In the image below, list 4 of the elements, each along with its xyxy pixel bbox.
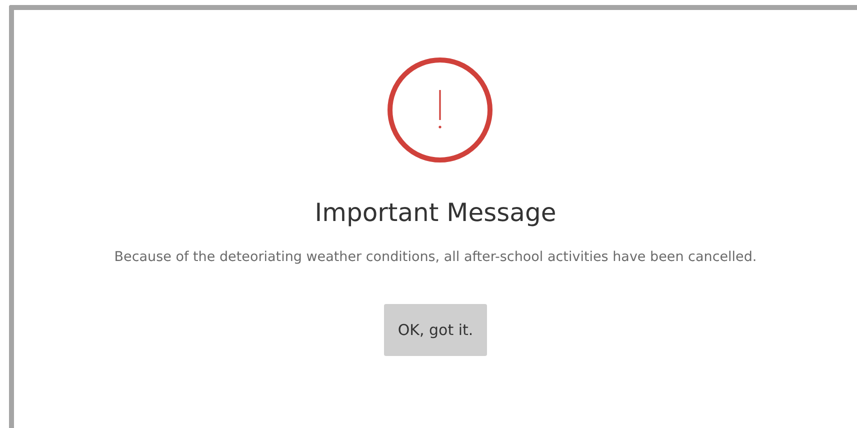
ok-button[interactable]: OK, got it. [384, 304, 488, 356]
warning-icon [386, 56, 494, 164]
dialog-title: Important Message [314, 198, 556, 227]
dialog-message: Because of the deteoriating weather conditions, all after-school activities have been cancelled. [113, 248, 758, 267]
